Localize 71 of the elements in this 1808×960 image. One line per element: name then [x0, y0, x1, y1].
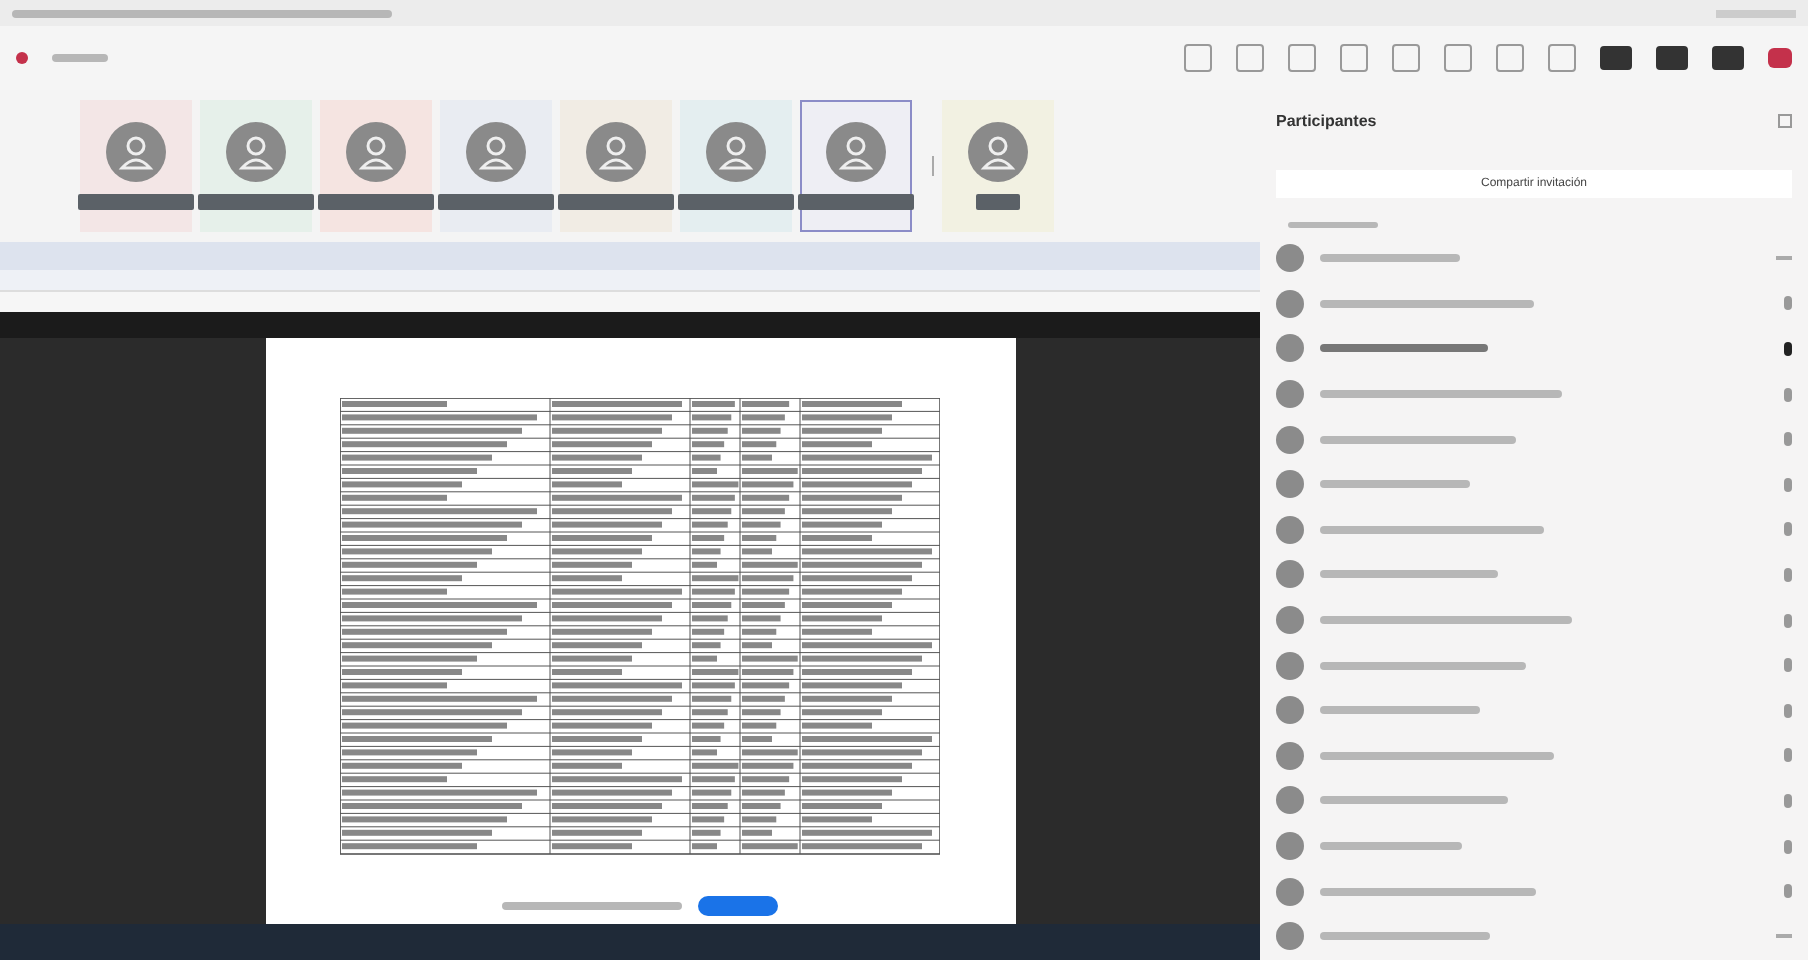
participant-name[interactable] — [1320, 435, 1516, 444]
avatar-icon — [1276, 922, 1304, 951]
avatar-icon — [706, 122, 766, 182]
participant-name[interactable] — [1320, 661, 1526, 670]
toolbar-icon[interactable] — [1548, 44, 1576, 72]
name-tag — [78, 194, 194, 210]
participant-name[interactable] — [1320, 706, 1480, 715]
name-tag — [318, 194, 434, 210]
avatar-icon — [1276, 515, 1304, 544]
participant-tile[interactable] — [942, 100, 1054, 232]
timer-text — [52, 54, 108, 62]
avatar-icon — [1276, 606, 1304, 635]
avatar-icon — [226, 122, 286, 182]
avatar-icon — [1276, 786, 1304, 815]
avatar-icon — [106, 122, 166, 182]
participant-name[interactable] — [1320, 616, 1572, 625]
participant-name[interactable] — [1320, 887, 1536, 896]
toolbar-icon[interactable] — [1288, 44, 1316, 72]
participant-name[interactable] — [1320, 525, 1544, 534]
avatar-icon — [466, 122, 526, 182]
panel-title: Participantes — [1276, 111, 1377, 129]
participant-name[interactable] — [1320, 299, 1534, 308]
participant-tile[interactable] — [200, 100, 312, 232]
participant-name[interactable] — [1320, 344, 1488, 353]
participant-tile[interactable] — [560, 100, 672, 232]
name-tag — [678, 194, 794, 210]
name-tag — [558, 194, 674, 210]
participant-name[interactable] — [1320, 796, 1508, 805]
avatar-icon — [586, 122, 646, 182]
close-icon[interactable] — [1778, 113, 1792, 127]
group-heading — [1288, 222, 1378, 228]
toolbar-icon[interactable] — [1496, 44, 1524, 72]
avatar-icon — [968, 122, 1028, 182]
toolbar-icon[interactable] — [1236, 44, 1264, 72]
avatar-icon — [1276, 334, 1304, 363]
participant-tile[interactable] — [800, 100, 912, 232]
participant-name[interactable] — [1320, 254, 1460, 263]
participant-name[interactable] — [1320, 842, 1462, 851]
participant-tile[interactable] — [80, 100, 192, 232]
avatar-icon — [1276, 651, 1304, 680]
participant-name[interactable] — [1320, 751, 1554, 760]
toolbar-icon[interactable] — [1444, 44, 1472, 72]
avatar-icon — [1276, 244, 1304, 273]
hang-up-button[interactable] — [1768, 48, 1792, 68]
name-tag — [976, 194, 1020, 210]
toolbar-icon[interactable] — [1392, 44, 1420, 72]
avatar-icon — [346, 122, 406, 182]
notice-button[interactable] — [698, 896, 778, 916]
avatar-icon — [826, 122, 886, 182]
participant-tile[interactable] — [680, 100, 792, 232]
participant-name[interactable] — [1320, 480, 1470, 489]
recording-icon — [16, 52, 28, 64]
avatar-icon — [1276, 877, 1304, 906]
toolbar-icon[interactable] — [1340, 44, 1368, 72]
avatar-icon — [1276, 380, 1304, 409]
name-tag — [798, 194, 914, 210]
participant-tile[interactable] — [440, 100, 552, 232]
toolbar-icon[interactable] — [1184, 44, 1212, 72]
avatar-icon — [1276, 560, 1304, 589]
avatar-icon — [1276, 832, 1304, 861]
participant-name[interactable] — [1320, 570, 1498, 579]
participant-name[interactable] — [1320, 390, 1562, 399]
participant-name[interactable] — [1320, 932, 1490, 941]
avatar-icon — [1276, 289, 1304, 318]
avatar-icon — [1276, 696, 1304, 725]
participant-tile[interactable] — [320, 100, 432, 232]
avatar-icon — [1276, 741, 1304, 770]
name-tag — [438, 194, 554, 210]
avatar-icon — [1276, 470, 1304, 499]
name-tag — [198, 194, 314, 210]
avatar-icon — [1276, 425, 1304, 454]
